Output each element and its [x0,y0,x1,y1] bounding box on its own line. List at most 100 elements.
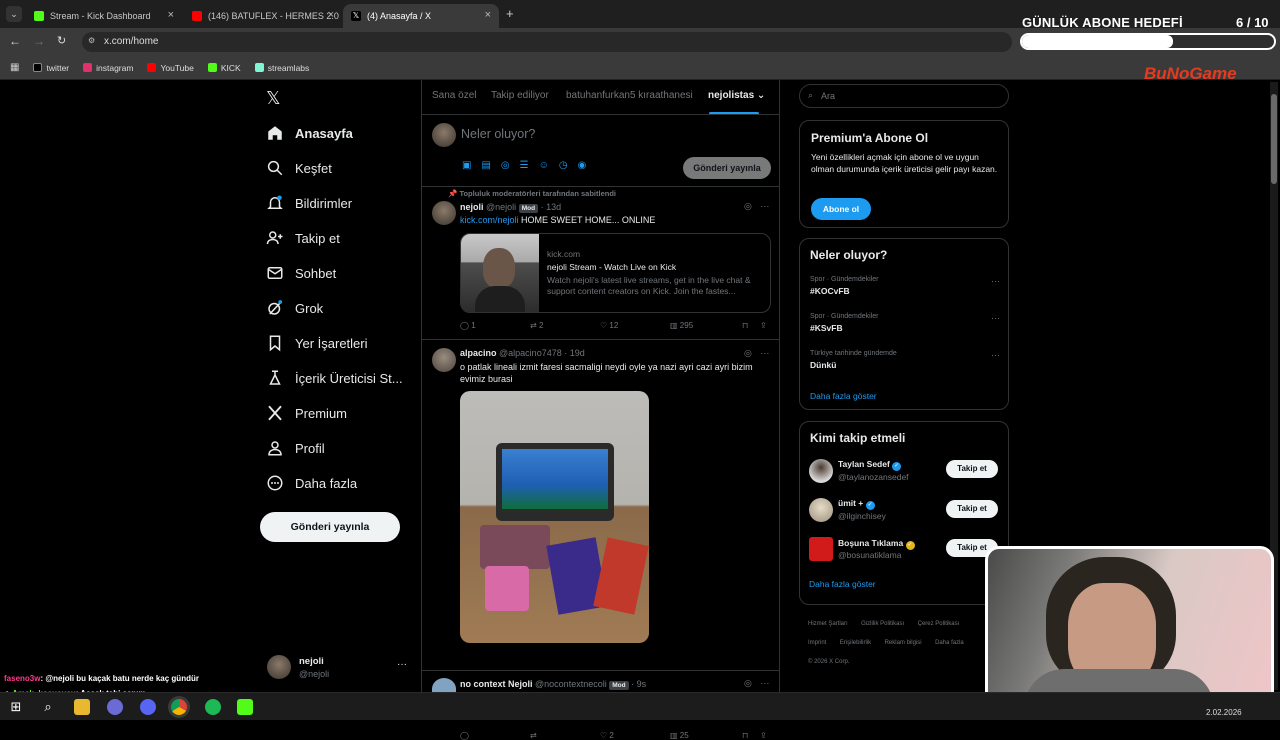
close-tab-icon[interactable]: × [328,9,334,21]
footer-link[interactable]: Daha fazla [935,640,964,646]
compose-input[interactable]: Neler oluyor? [461,127,535,141]
gif-icon[interactable]: ▤ [481,160,490,171]
footer-link[interactable]: Reklam bilgisi [885,640,922,646]
site-info-icon[interactable]: ⚙ [88,36,95,45]
more-icon[interactable]: ··· [760,348,769,358]
address-input[interactable]: ⚙ x.com/home [82,32,1012,52]
search-input[interactable]: ⌕ Ara [799,84,1009,108]
nav-home[interactable]: Anasayfa [266,124,353,142]
post-time[interactable]: · 9s [631,679,646,689]
footer-link[interactable]: Erişilebilirlik [840,640,871,646]
bookmark-button[interactable]: ⊓ [742,321,760,330]
grok-icon[interactable]: ◎ [501,160,510,171]
more-icon[interactable]: ··· [760,678,769,688]
post-button[interactable]: Gönderi yayınla [260,512,400,542]
like-button[interactable]: ♡ 2 [600,731,670,740]
reply-button[interactable]: ◯ [460,731,530,740]
chrome-icon[interactable] [171,699,187,715]
nav-grok[interactable]: Grok [266,299,323,317]
nav-bookmarks[interactable]: Yer İşaretleri [266,334,368,352]
apps-grid-icon[interactable]: ▦ [10,62,19,73]
footer-link[interactable]: Çerez Politikası [918,621,960,627]
follow-button[interactable]: Takip et [946,500,998,518]
nav-profile[interactable]: Profil [266,439,325,457]
browser-tab-youtube[interactable]: (146) BATUFLEX - HERMES 2.0 | × [184,4,342,28]
tab-nejolistas[interactable]: nejolistas ⌄ [708,90,765,101]
post-handle[interactable]: @nejoli [486,202,516,212]
follow-user-name[interactable]: Boşuna Tıklama ✓ [838,538,915,550]
grok-icon[interactable]: ◎ [744,348,752,358]
file-explorer-icon[interactable] [74,699,90,715]
more-icon[interactable]: ··· [991,276,1000,286]
account-menu-icon[interactable]: ··· [397,659,407,670]
post-handle[interactable]: @nocontextnecoli [535,679,607,689]
post-author[interactable]: nejoli [460,202,484,212]
nav-more[interactable]: Daha fazla [266,474,357,492]
post-time[interactable]: · 13d [541,202,562,212]
show-more-follow[interactable]: Daha fazla göster [809,579,876,589]
back-icon[interactable]: ← [9,34,21,48]
nav-follow[interactable]: Takip et [266,229,340,247]
reply-button[interactable]: ◯ 1 [460,321,530,330]
link-card[interactable]: kick.com nejoli Stream - Watch Live on K… [460,233,771,313]
avatar[interactable] [809,537,833,561]
nav-premium[interactable]: Premium [266,404,347,422]
post-handle[interactable]: @alpacino7478 [499,348,562,358]
more-icon[interactable]: ··· [991,313,1000,323]
footer-link[interactable]: Gizlilik Politikası [861,621,904,627]
more-icon[interactable]: ··· [991,350,1000,360]
tab-for-you[interactable]: Sana özel [432,90,476,101]
browser-tab-kick[interactable]: Stream - Kick Dashboard × [26,4,182,28]
media-icon[interactable]: ▣ [462,160,471,171]
footer-link[interactable]: Imprint [808,640,826,646]
bookmark-kick[interactable]: KICK [207,63,241,73]
subscribe-button[interactable]: Abone ol [811,198,871,220]
poll-icon[interactable]: ☰ [520,160,529,171]
share-icon[interactable]: ⇪ [760,731,767,740]
post-link[interactable]: kick.com/nejoli [460,215,519,225]
nav-explore[interactable]: Keşfet [266,159,332,177]
avatar[interactable] [432,348,456,372]
nav-chat[interactable]: Sohbet [266,264,336,282]
avatar[interactable] [809,498,833,522]
repost-button[interactable]: ⇄ [530,731,600,740]
spotify-icon[interactable] [205,699,221,715]
compose-post-button[interactable]: Gönderi yayınla [683,157,771,179]
post-time[interactable]: · 19d [564,348,585,358]
trend-item[interactable]: Spor · Gündemdekiler #KOCvFB ··· [810,276,1000,296]
footer-link[interactable]: Hizmet Şartları [808,621,848,627]
avatar[interactable] [809,459,833,483]
forward-icon[interactable]: → [33,34,45,48]
bookmark-button[interactable]: ⊓ [742,731,760,740]
bookmark-streamlabs[interactable]: streamlabs [254,63,309,73]
avatar[interactable] [432,201,456,225]
reload-icon[interactable]: ↻ [57,34,66,47]
x-logo-icon[interactable]: 𝕏 [266,88,281,109]
tab-list-batuhanfurkan5[interactable]: batuhanfurkan5 kıraathanesi [566,90,693,101]
schedule-icon[interactable]: ◷ [559,160,568,171]
views-button[interactable]: ▥ 25 [670,731,742,740]
bookmark-twitter[interactable]: twitter [33,63,69,73]
emoji-icon[interactable]: ☺ [539,160,549,171]
new-tab-button[interactable]: + [506,6,514,21]
tab-list-button[interactable]: ⌄ [6,6,22,22]
app-icon[interactable] [107,699,123,715]
search-icon[interactable]: ⌕ [40,699,56,715]
grok-icon[interactable]: ◎ [744,678,752,688]
browser-tab-x[interactable]: 𝕏 (4) Anasayfa / X × [343,4,499,28]
post-author[interactable]: alpacino [460,348,497,358]
trend-item[interactable]: Spor · Gündemdekiler #KSvFB ··· [810,313,1000,333]
post-photo[interactable] [460,391,649,643]
tab-following[interactable]: Takip ediliyor [491,90,549,101]
follow-user-name[interactable]: Taylan Sedef ✓ [838,459,902,471]
views-button[interactable]: ▥ 295 [670,321,742,330]
kick-icon[interactable] [237,699,253,715]
location-icon[interactable]: ◉ [578,160,587,171]
scrollbar-thumb[interactable] [1271,94,1277,184]
follow-user-name[interactable]: ümit + ✓ [838,498,875,510]
share-icon[interactable]: ⇪ [760,321,767,330]
avatar[interactable] [267,655,291,679]
grok-icon[interactable]: ◎ [744,201,752,211]
bookmark-instagram[interactable]: instagram [83,63,133,73]
follow-button[interactable]: Takip et [946,460,998,478]
